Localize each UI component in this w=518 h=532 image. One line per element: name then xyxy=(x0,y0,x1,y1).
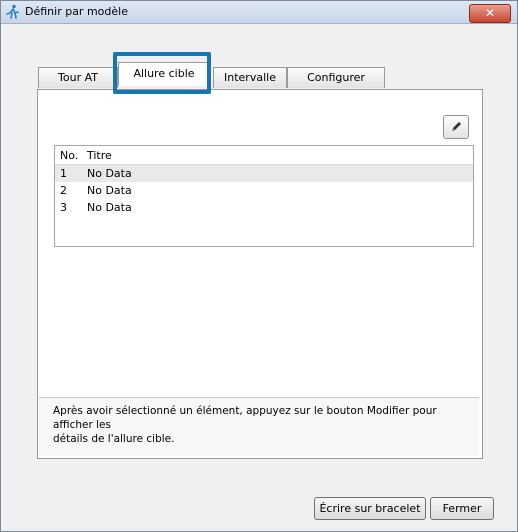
instructions-box: Après avoir sélectionné un élément, appu… xyxy=(39,397,479,456)
list-item-no: 3 xyxy=(60,201,67,214)
column-header-no[interactable]: No. xyxy=(60,149,78,162)
list-item[interactable]: 3 No Data xyxy=(55,199,473,216)
close-button[interactable]: Fermer xyxy=(430,497,494,520)
list-item[interactable]: 1 No Data xyxy=(55,165,473,182)
list-item-title: No Data xyxy=(87,184,132,197)
tab-tour-at[interactable]: Tour AT xyxy=(38,67,118,88)
list-header: No. Titre xyxy=(55,146,473,165)
runner-icon xyxy=(5,4,21,20)
list-item-no: 2 xyxy=(60,184,67,197)
active-tab-highlight xyxy=(113,52,211,94)
write-bracelet-button[interactable]: Écrire sur bracelet xyxy=(314,497,426,520)
window-title: Définir par modèle xyxy=(25,5,128,18)
list-item-title: No Data xyxy=(87,167,132,180)
column-header-title[interactable]: Titre xyxy=(87,149,112,162)
pencil-icon xyxy=(444,122,468,141)
list-item-no: 1 xyxy=(60,167,67,180)
instructions-text: Après avoir sélectionné un élément, appu… xyxy=(53,405,437,445)
title-bar: Définir par modèle ✕ xyxy=(1,1,517,24)
tab-intervalle[interactable]: Intervalle xyxy=(213,67,287,88)
tab-configurer[interactable]: Configurer xyxy=(287,67,385,88)
list-item-title: No Data xyxy=(87,201,132,214)
list-item[interactable]: 2 No Data xyxy=(55,182,473,199)
template-list[interactable]: No. Titre 1 No Data 2 No Data 3 No Data xyxy=(54,145,474,247)
window-close-button[interactable]: ✕ xyxy=(469,4,511,23)
edit-button[interactable] xyxy=(443,115,469,139)
